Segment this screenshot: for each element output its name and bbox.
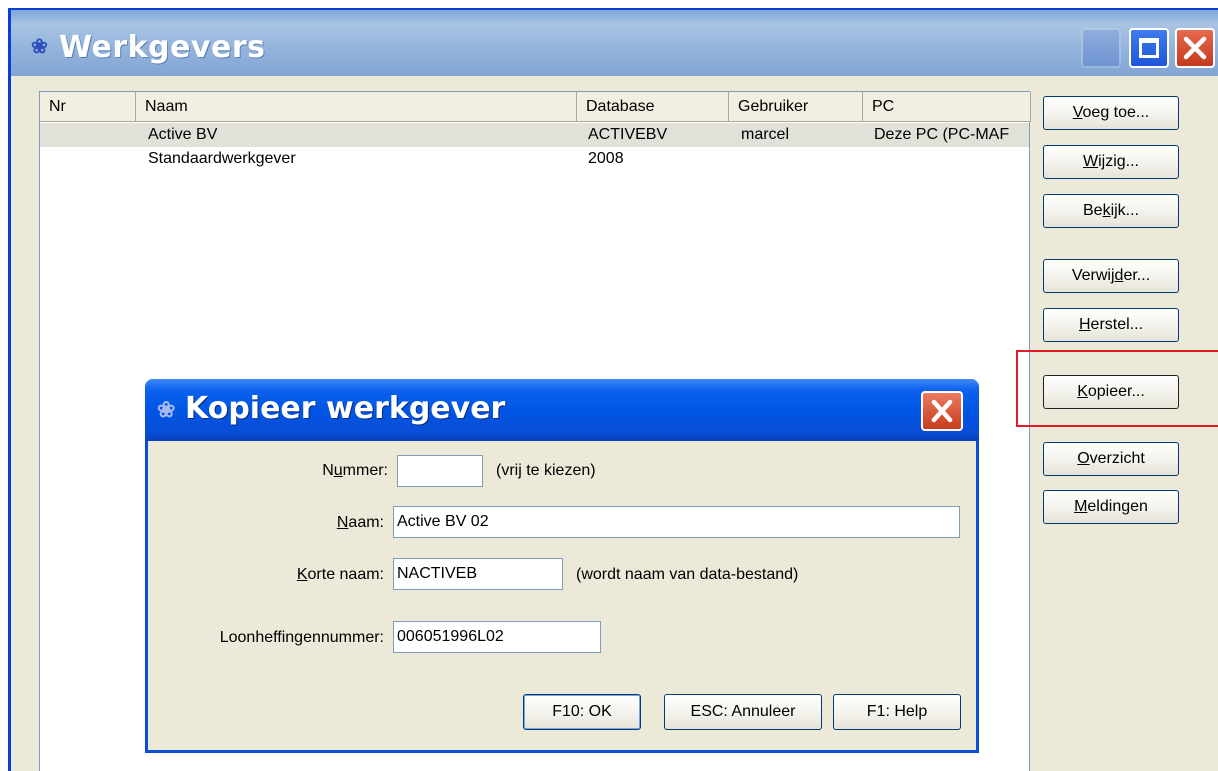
button-accesskey: O: [1077, 450, 1090, 467]
maximize-icon: [1139, 38, 1159, 58]
button-label: ijk...: [1110, 202, 1140, 219]
bekijk-button[interactable]: Bekijk...: [1043, 194, 1179, 228]
dialog-title: Kopieer werkgever: [185, 391, 506, 426]
button-accesskey: H: [1078, 316, 1091, 333]
help-button[interactable]: F1: Help: [833, 694, 961, 730]
meldingen-button[interactable]: Meldingen: [1043, 490, 1179, 524]
column-header-nr[interactable]: Nr: [40, 92, 136, 122]
cell-database: ACTIVEBV: [588, 126, 668, 143]
label-text: aam:: [348, 514, 384, 531]
highlight-annotation: [1016, 350, 1218, 427]
button-label: eldingen: [1087, 498, 1148, 515]
column-header-gebruiker[interactable]: Gebruiker: [729, 92, 863, 122]
voeg-toe-button[interactable]: Voeg toe...: [1043, 96, 1179, 130]
korte-naam-hint: (wordt naam van data-bestand): [576, 566, 799, 583]
korte-naam-field[interactable]: [393, 558, 563, 590]
label-accesskey: N: [336, 514, 349, 531]
button-label: ijzig...: [1098, 153, 1139, 170]
label-accesskey: u: [333, 462, 343, 479]
kopieer-werkgever-dialog: ❀ Kopieer werkgever Nummer: (vrij te kie…: [145, 379, 979, 753]
verwijder-button[interactable]: Verwijder...: [1043, 259, 1179, 293]
close-icon: [1183, 36, 1207, 60]
loonheffingennummer-field[interactable]: [393, 621, 601, 653]
naam-label: Naam:: [148, 514, 384, 532]
list-header: Nr Naam Database Gebruiker PC: [40, 92, 1031, 122]
button-accesskey: V: [1072, 104, 1083, 121]
herstel-button[interactable]: Herstel...: [1043, 308, 1179, 342]
overzicht-button[interactable]: Overzicht: [1043, 442, 1179, 476]
cell-database: 2008: [588, 150, 624, 167]
main-titlebar[interactable]: ❀ Werkgevers: [11, 8, 1218, 76]
minimize-button[interactable]: [1081, 28, 1121, 68]
button-accesskey: M: [1074, 498, 1088, 515]
naam-field[interactable]: [393, 506, 960, 538]
button-label: oeg toe...: [1082, 104, 1150, 121]
column-header-database[interactable]: Database: [577, 92, 729, 122]
button-accesskey: k: [1102, 202, 1111, 219]
nummer-hint: (vrij te kiezen): [496, 462, 596, 479]
label-text: orte naam:: [307, 566, 384, 583]
button-label: Be: [1082, 202, 1103, 219]
cancel-button[interactable]: ESC: Annuleer: [664, 694, 822, 730]
ok-button[interactable]: F10: OK: [523, 694, 641, 730]
loonheffingennummer-label: Loonheffingennummer:: [219, 629, 384, 646]
button-label: Verwij: [1071, 267, 1115, 284]
dialog-close-button[interactable]: [921, 391, 963, 431]
list-row[interactable]: Active BV ACTIVEBV marcel Deze PC (PC-MA…: [40, 123, 1029, 147]
button-label: er...: [1123, 267, 1151, 284]
app-logo-icon: ❀: [31, 36, 48, 58]
cell-naam: Standaardwerkgever: [148, 150, 296, 167]
app-logo-icon: ❀: [157, 397, 176, 422]
button-label: verzicht: [1089, 450, 1145, 467]
wijzig-button[interactable]: Wijzig...: [1043, 145, 1179, 179]
button-label: erstel...: [1090, 316, 1144, 333]
close-icon: [931, 399, 953, 423]
nummer-label: Nummer:: [148, 462, 388, 480]
nummer-field[interactable]: [397, 455, 483, 487]
dialog-titlebar[interactable]: ❀ Kopieer werkgever: [145, 379, 979, 441]
maximize-button[interactable]: [1129, 28, 1169, 68]
list-row[interactable]: Standaardwerkgever 2008: [40, 147, 1029, 171]
label-text: mmer:: [342, 462, 388, 479]
cell-naam: Active BV: [148, 126, 218, 143]
column-header-pc[interactable]: PC: [863, 92, 1031, 122]
label-accesskey: K: [296, 566, 308, 583]
cell-gebruiker: marcel: [741, 126, 790, 143]
close-button[interactable]: [1175, 28, 1215, 68]
column-header-naam[interactable]: Naam: [136, 92, 577, 122]
button-accesskey: W: [1082, 153, 1099, 170]
cell-pc: Deze PC (PC-MAF: [874, 126, 1010, 143]
label-text: N: [322, 462, 334, 479]
window-title: Werkgevers: [59, 30, 266, 65]
korte-naam-label: Korte naam:: [148, 566, 384, 584]
